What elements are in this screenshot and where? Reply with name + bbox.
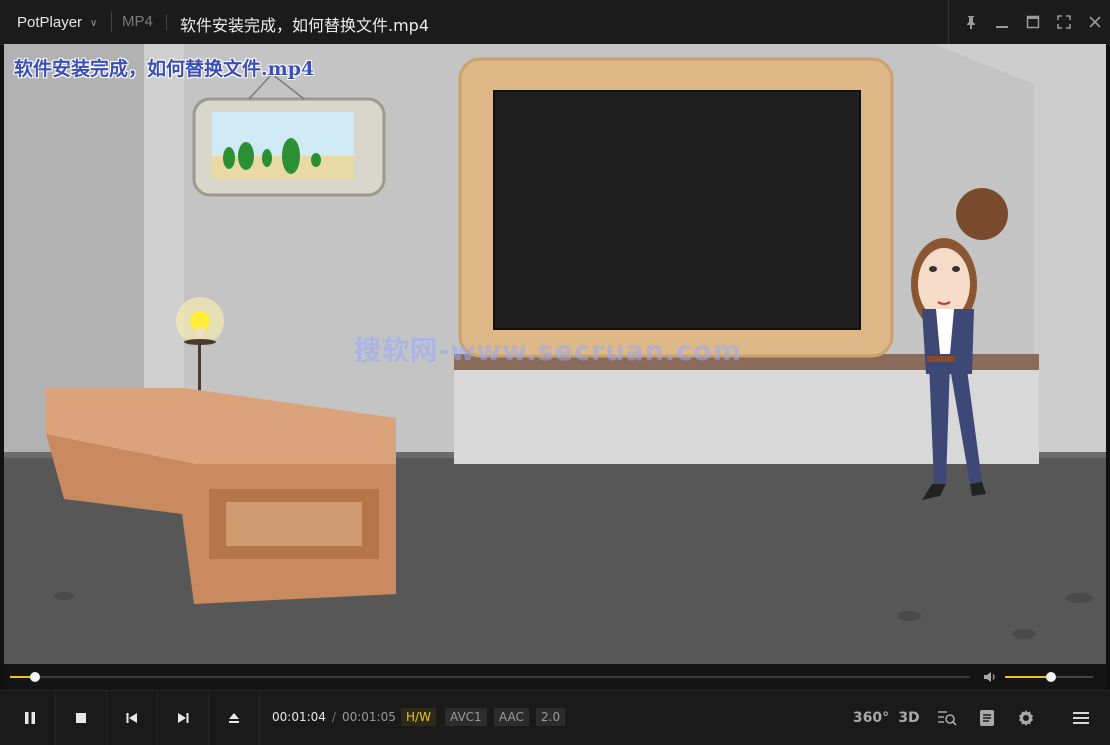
- pause-icon: [24, 712, 35, 724]
- next-button[interactable]: [157, 691, 209, 745]
- app-menu-button[interactable]: PotPlayer ∨: [0, 0, 97, 44]
- volume-icon[interactable]: [982, 669, 998, 685]
- playlist-button[interactable]: [974, 691, 1000, 745]
- volume-track[interactable]: [1005, 672, 1093, 682]
- seek-track[interactable]: [10, 672, 970, 682]
- chevron-down-icon: ∨: [90, 17, 98, 29]
- 3d-button[interactable]: 3D: [896, 691, 922, 745]
- time-separator: /: [331, 710, 336, 724]
- pin-icon[interactable]: [955, 0, 986, 44]
- current-time: 00:01:04: [272, 710, 326, 724]
- format-label: MP4: [122, 13, 153, 30]
- osd-title: 软件安装完成，如何替换文件.mp4: [14, 58, 315, 80]
- window-controls: [948, 0, 1110, 44]
- vr-360-icon: 360°: [852, 710, 890, 726]
- hamburger-menu-icon: [1073, 712, 1089, 724]
- open-file-button[interactable]: [208, 691, 260, 745]
- potplayer-window: PotPlayer ∨ MP4 软件安装完成，如何替换文件.mp4 软件安装完成…: [0, 0, 1110, 745]
- audio-channels-badge[interactable]: 2.0: [536, 708, 566, 726]
- time-display: 00:01:04 / 00:01:05: [272, 710, 396, 724]
- video-surface[interactable]: 软件安装完成，如何替换文件.mp4 搜软网-www.secruan.com: [4, 44, 1106, 664]
- seek-bar-area: [4, 664, 1106, 690]
- close-icon[interactable]: [1079, 0, 1110, 44]
- vr-360-button[interactable]: 360°: [852, 691, 890, 745]
- video-codec-badge[interactable]: AVC1: [445, 708, 487, 726]
- skip-previous-icon: [126, 713, 137, 723]
- volume-handle[interactable]: [1045, 672, 1056, 682]
- divider: [111, 12, 112, 32]
- playlist-icon: [980, 710, 994, 726]
- seek-handle[interactable]: [29, 672, 40, 682]
- main-menu-button[interactable]: [1068, 691, 1094, 745]
- control-bar: 00:01:04/00:01:05 H/W AVC1 AAC 2.0 360° …: [0, 690, 1110, 745]
- divider: [166, 14, 167, 30]
- eject-icon: [228, 713, 239, 723]
- audio-codec-badge[interactable]: AAC: [494, 708, 529, 726]
- stop-icon: [75, 713, 86, 723]
- 3d-icon: 3D: [898, 710, 920, 726]
- divider: [948, 0, 949, 44]
- total-time: 00:01:05: [341, 710, 396, 724]
- list-search-icon: [938, 711, 957, 726]
- maximize-icon[interactable]: [1017, 0, 1048, 44]
- skip-next-icon: [177, 713, 188, 723]
- gear-icon: [1019, 710, 1033, 726]
- fullscreen-icon[interactable]: [1048, 0, 1079, 44]
- pause-button[interactable]: [4, 691, 56, 745]
- minimize-icon[interactable]: [986, 0, 1017, 44]
- playlist-search-button[interactable]: [934, 691, 960, 745]
- settings-button[interactable]: [1013, 691, 1039, 745]
- title-bar: PotPlayer ∨ MP4 软件安装完成，如何替换文件.mp4: [0, 0, 1110, 45]
- file-title: 软件安装完成，如何替换文件.mp4: [180, 16, 430, 35]
- volume-level: [1005, 676, 1051, 678]
- stop-button[interactable]: [55, 691, 107, 745]
- app-name: PotPlayer: [17, 13, 83, 31]
- watermark: 搜软网-www.secruan.com: [354, 336, 742, 367]
- hw-decoding-badge[interactable]: H/W: [401, 708, 436, 726]
- previous-button[interactable]: [106, 691, 158, 745]
